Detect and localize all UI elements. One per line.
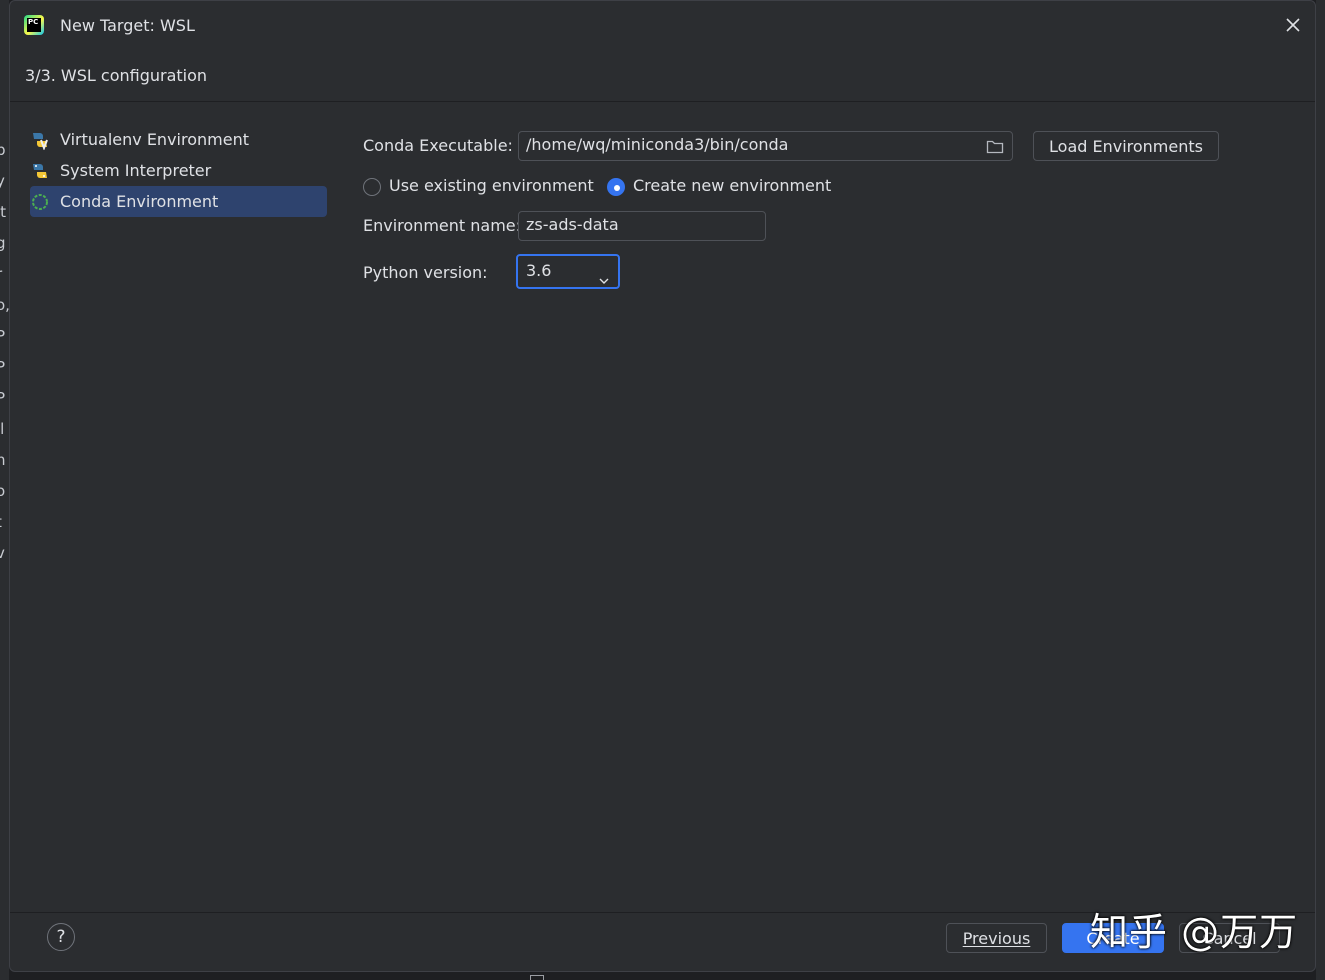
environment-name-label: Environment name: bbox=[363, 216, 522, 235]
environment-name-field[interactable]: zs-ads-data bbox=[518, 211, 766, 241]
environment-name-value: zs-ads-data bbox=[526, 215, 619, 234]
use-existing-radio[interactable] bbox=[363, 178, 381, 196]
python-version-label: Python version: bbox=[363, 263, 488, 282]
help-button[interactable]: ? bbox=[47, 923, 75, 951]
step-title: 3/3. WSL configuration bbox=[25, 66, 208, 85]
create-button[interactable]: Create bbox=[1062, 923, 1164, 953]
close-button[interactable] bbox=[1281, 13, 1305, 37]
sidebar-item-system-interpreter[interactable]: System Interpreter bbox=[30, 155, 330, 186]
sidebar-item-label: Virtualenv Environment bbox=[60, 130, 249, 149]
python-version-select[interactable]: 3.6 bbox=[516, 254, 620, 289]
sidebar-item-conda-environment[interactable]: Conda Environment bbox=[30, 186, 327, 217]
sidebar-item-virtualenv[interactable]: Virtualenv Environment bbox=[30, 124, 330, 155]
edge-letter: o bbox=[0, 482, 6, 500]
background-window-edge-right bbox=[1316, 0, 1325, 980]
close-icon bbox=[1286, 18, 1300, 32]
resize-handle bbox=[530, 975, 544, 980]
python-icon bbox=[30, 161, 50, 181]
cancel-button[interactable]: Cancel bbox=[1179, 923, 1280, 953]
conda-executable-field[interactable]: /home/wq/miniconda3/bin/conda bbox=[518, 131, 1013, 161]
edge-letter: P bbox=[0, 358, 6, 376]
edge-letter: o, bbox=[0, 296, 9, 314]
pycharm-icon bbox=[24, 15, 44, 35]
edge-letter: il bbox=[0, 420, 5, 438]
create-new-label: Create new environment bbox=[633, 176, 832, 195]
edge-letter: r bbox=[0, 265, 9, 283]
environment-type-list: Virtualenv Environment System Interprete… bbox=[30, 124, 330, 217]
new-target-dialog: New Target: WSL 3/3. WSL configuration V… bbox=[9, 0, 1316, 972]
divider bbox=[10, 912, 1315, 913]
edge-letter: g bbox=[0, 234, 6, 252]
edge-letter: v bbox=[0, 544, 5, 562]
edge-letter: y bbox=[0, 172, 5, 190]
conda-executable-label: Conda Executable: bbox=[363, 136, 513, 155]
background-window-edge: p y it g r o, P P P il n o t v bbox=[0, 0, 9, 980]
previous-label: Previous bbox=[962, 928, 1031, 948]
sidebar-item-label: System Interpreter bbox=[60, 161, 212, 180]
previous-button[interactable]: Previous bbox=[946, 923, 1047, 953]
chevron-down-icon bbox=[598, 266, 610, 284]
title-bar: New Target: WSL bbox=[10, 1, 1315, 51]
edge-letter: it bbox=[0, 203, 7, 221]
edge-letter: n bbox=[0, 451, 6, 469]
divider bbox=[10, 101, 1315, 102]
load-environments-button[interactable]: Load Environments bbox=[1033, 131, 1219, 161]
use-existing-label: Use existing environment bbox=[389, 176, 594, 195]
window-title: New Target: WSL bbox=[60, 16, 195, 35]
python-version-value: 3.6 bbox=[526, 261, 552, 280]
edge-letter: p bbox=[0, 141, 6, 159]
conda-executable-value: /home/wq/miniconda3/bin/conda bbox=[526, 135, 789, 154]
edge-letter: t bbox=[0, 513, 9, 531]
edge-letter: P bbox=[0, 389, 6, 407]
folder-icon[interactable] bbox=[986, 137, 1004, 154]
cancel-label: Cancel bbox=[1202, 928, 1257, 948]
virtualenv-icon bbox=[30, 130, 50, 151]
create-label: Create bbox=[1086, 928, 1140, 948]
edge-letter: P bbox=[0, 327, 6, 345]
conda-icon bbox=[30, 192, 50, 212]
create-new-radio[interactable] bbox=[607, 178, 625, 196]
sidebar-item-label: Conda Environment bbox=[60, 192, 219, 211]
